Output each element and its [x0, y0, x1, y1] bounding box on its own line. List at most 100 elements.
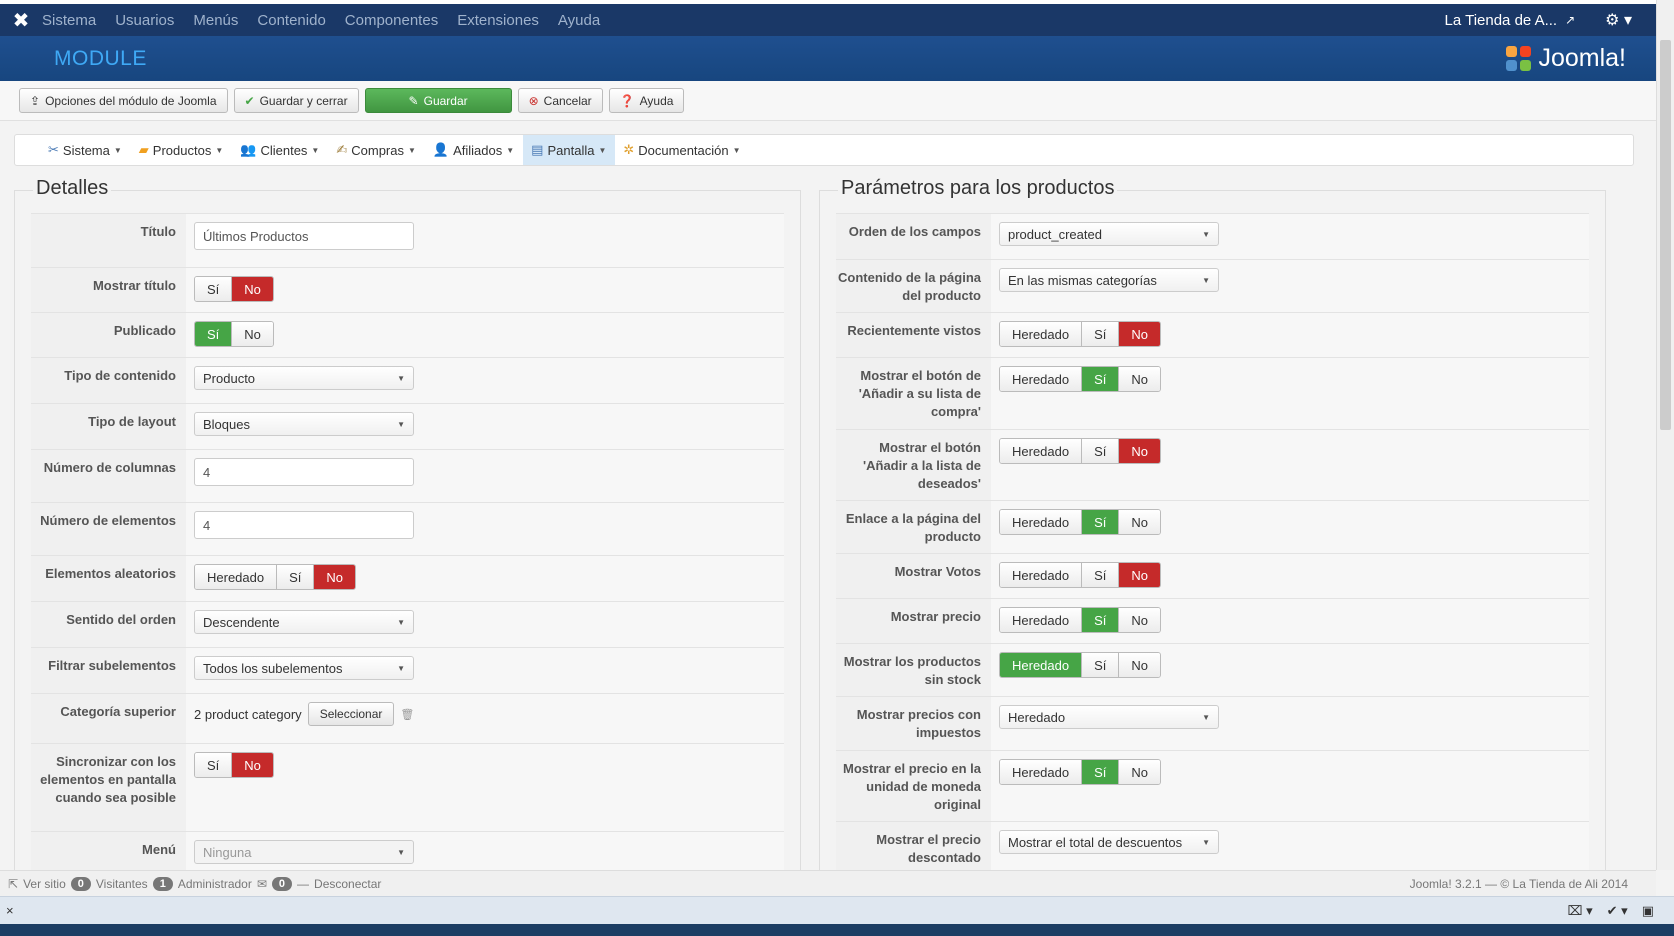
- menu-extensiones[interactable]: Extensiones: [457, 12, 539, 29]
- option-no[interactable]: No: [1119, 608, 1161, 632]
- option-si[interactable]: Sí: [1082, 563, 1120, 587]
- sentido-select[interactable]: Descendente ▼: [194, 610, 414, 634]
- module-options-button[interactable]: ⇪ Opciones del módulo de Joomla: [19, 88, 228, 113]
- save-close-button[interactable]: ✔ Guardar y cerrar: [233, 88, 359, 113]
- option-no[interactable]: No: [1119, 510, 1161, 534]
- impuestos-label: Mostrar precios con impuestos: [836, 697, 991, 750]
- menu-ayuda[interactable]: Ayuda: [558, 12, 600, 29]
- submenu-compras[interactable]: ✍ Compras ▼: [328, 135, 425, 165]
- submenu-documentacion[interactable]: ✲ Documentación ▼: [615, 135, 749, 165]
- option-heredado[interactable]: Heredado: [1000, 510, 1083, 534]
- menu-select[interactable]: Ninguna ▼: [194, 840, 414, 864]
- option-no[interactable]: No: [232, 277, 273, 301]
- option-no[interactable]: No: [232, 753, 273, 777]
- titulo-input[interactable]: Últimos Productos: [194, 222, 414, 250]
- tipo-layout-select[interactable]: Bloques ▼: [194, 412, 414, 436]
- gear-icon[interactable]: ⚙ ▾: [1605, 10, 1632, 30]
- option-heredado[interactable]: Heredado: [1000, 653, 1083, 677]
- contenido-label: Contenido de la página del producto: [836, 260, 991, 312]
- cancel-button[interactable]: ⊗ Cancelar: [517, 88, 603, 113]
- dropdown-arrow-icon: ▼: [397, 419, 405, 429]
- submenu-label: Compras: [351, 142, 404, 158]
- descontado-select[interactable]: Mostrar el total de descuentos ▼: [999, 830, 1219, 854]
- option-heredado[interactable]: Heredado: [195, 565, 278, 589]
- submenu-pantalla[interactable]: ▤ Pantalla ▼: [523, 135, 616, 165]
- option-si[interactable]: Sí: [277, 565, 315, 589]
- visitantes-badge: 0: [70, 876, 91, 891]
- edit-icon: ✎: [408, 93, 419, 108]
- tipo-contenido-select[interactable]: Producto ▼: [194, 366, 414, 390]
- num-columnas-input[interactable]: 4: [194, 458, 414, 486]
- module-options-label: Opciones del módulo de Joomla: [45, 93, 217, 108]
- precio-toggle: Heredado Sí No: [999, 607, 1162, 633]
- option-no[interactable]: No: [1119, 439, 1161, 463]
- option-heredado[interactable]: Heredado: [1000, 367, 1083, 391]
- page-title: MODULE: [54, 46, 147, 70]
- help-button[interactable]: ❓ Ayuda: [608, 88, 685, 113]
- submenu-afiliados[interactable]: 👤 Afiliados ▼: [425, 135, 523, 165]
- boton-deseados-toggle: Heredado Sí No: [999, 438, 1162, 464]
- option-heredado[interactable]: Heredado: [1000, 322, 1083, 346]
- boton-deseados-label: Mostrar el botón 'Añadir a la lista de d…: [836, 430, 991, 500]
- row-boton-compra: Mostrar el botón de 'Añadir a su lista d…: [836, 357, 1589, 429]
- option-si[interactable]: Sí: [195, 322, 233, 346]
- contenido-select[interactable]: En las mismas categorías ▼: [999, 268, 1219, 292]
- submenu-clientes[interactable]: 👥 Clientes ▼: [232, 135, 328, 165]
- mostrar-titulo-toggle: Sí No: [194, 276, 274, 302]
- option-no[interactable]: No: [1119, 322, 1161, 346]
- cancel-label: Cancelar: [543, 93, 592, 108]
- option-si[interactable]: Sí: [195, 277, 233, 301]
- option-si[interactable]: Sí: [1082, 760, 1120, 784]
- row-impuestos: Mostrar precios con impuestos Heredado ▼: [836, 696, 1589, 750]
- select-value: Bloques: [203, 416, 250, 432]
- submenu-label: Pantalla: [547, 142, 595, 158]
- option-si[interactable]: Sí: [195, 753, 233, 777]
- option-heredado[interactable]: Heredado: [1000, 439, 1083, 463]
- menu-sistema[interactable]: Sistema: [42, 12, 96, 29]
- menu-componentes[interactable]: Componentes: [345, 12, 438, 29]
- scrollbar-thumb[interactable]: [1660, 40, 1671, 430]
- option-no[interactable]: No: [1119, 563, 1161, 587]
- site-link[interactable]: La Tienda de A...: [1445, 12, 1558, 29]
- compatibility-icon[interactable]: ⌧ ▾: [1568, 903, 1593, 919]
- option-si[interactable]: Sí: [1082, 510, 1120, 534]
- impuestos-select[interactable]: Heredado ▼: [999, 705, 1219, 729]
- num-elementos-input[interactable]: 4: [194, 511, 414, 539]
- help-label: Ayuda: [639, 93, 674, 108]
- orden-select[interactable]: product_created ▼: [999, 222, 1219, 246]
- menu-usuarios[interactable]: Usuarios: [115, 12, 174, 29]
- check-icon[interactable]: ✔ ▾: [1607, 903, 1628, 919]
- submenu-productos[interactable]: ▰ Productos ▼: [131, 135, 232, 165]
- os-taskbar: [0, 924, 1674, 936]
- menu-contenido[interactable]: Contenido: [257, 12, 325, 29]
- trash-icon[interactable]: 🗑: [400, 708, 414, 721]
- option-si[interactable]: Sí: [1082, 367, 1120, 391]
- option-si[interactable]: Sí: [1082, 439, 1120, 463]
- option-si[interactable]: Sí: [1082, 608, 1120, 632]
- joomla-x-icon[interactable]: ✖: [0, 8, 42, 33]
- vertical-scrollbar[interactable]: [1656, 0, 1674, 870]
- option-heredado[interactable]: Heredado: [1000, 760, 1083, 784]
- submenu-sistema[interactable]: ✂ Sistema ▼: [40, 135, 131, 165]
- option-no[interactable]: No: [232, 322, 273, 346]
- option-si[interactable]: Sí: [1082, 322, 1120, 346]
- option-no[interactable]: No: [314, 565, 356, 589]
- option-si[interactable]: Sí: [1082, 653, 1120, 677]
- option-no[interactable]: No: [1119, 760, 1161, 784]
- option-no[interactable]: No: [1119, 367, 1161, 391]
- dropdown-arrow-icon: ▼: [1202, 712, 1210, 722]
- menu-menus[interactable]: Menús: [193, 12, 238, 29]
- seleccionar-button[interactable]: Seleccionar: [307, 702, 395, 726]
- ver-sitio-link[interactable]: Ver sitio: [23, 877, 66, 891]
- option-heredado[interactable]: Heredado: [1000, 563, 1083, 587]
- select-value: Producto: [203, 370, 256, 386]
- option-heredado[interactable]: Heredado: [1000, 608, 1083, 632]
- save-button[interactable]: ✎ Guardar: [364, 88, 512, 113]
- option-no[interactable]: No: [1119, 653, 1161, 677]
- dropdown-arrow-icon: ▼: [397, 847, 405, 857]
- filtrar-select[interactable]: Todos los subelementos ▼: [194, 656, 414, 680]
- num-elementos-label: Número de elementos: [31, 503, 186, 555]
- close-icon[interactable]: ×: [6, 903, 14, 918]
- desconectar-link[interactable]: Desconectar: [314, 877, 381, 891]
- app-icon[interactable]: ▣: [1642, 903, 1654, 919]
